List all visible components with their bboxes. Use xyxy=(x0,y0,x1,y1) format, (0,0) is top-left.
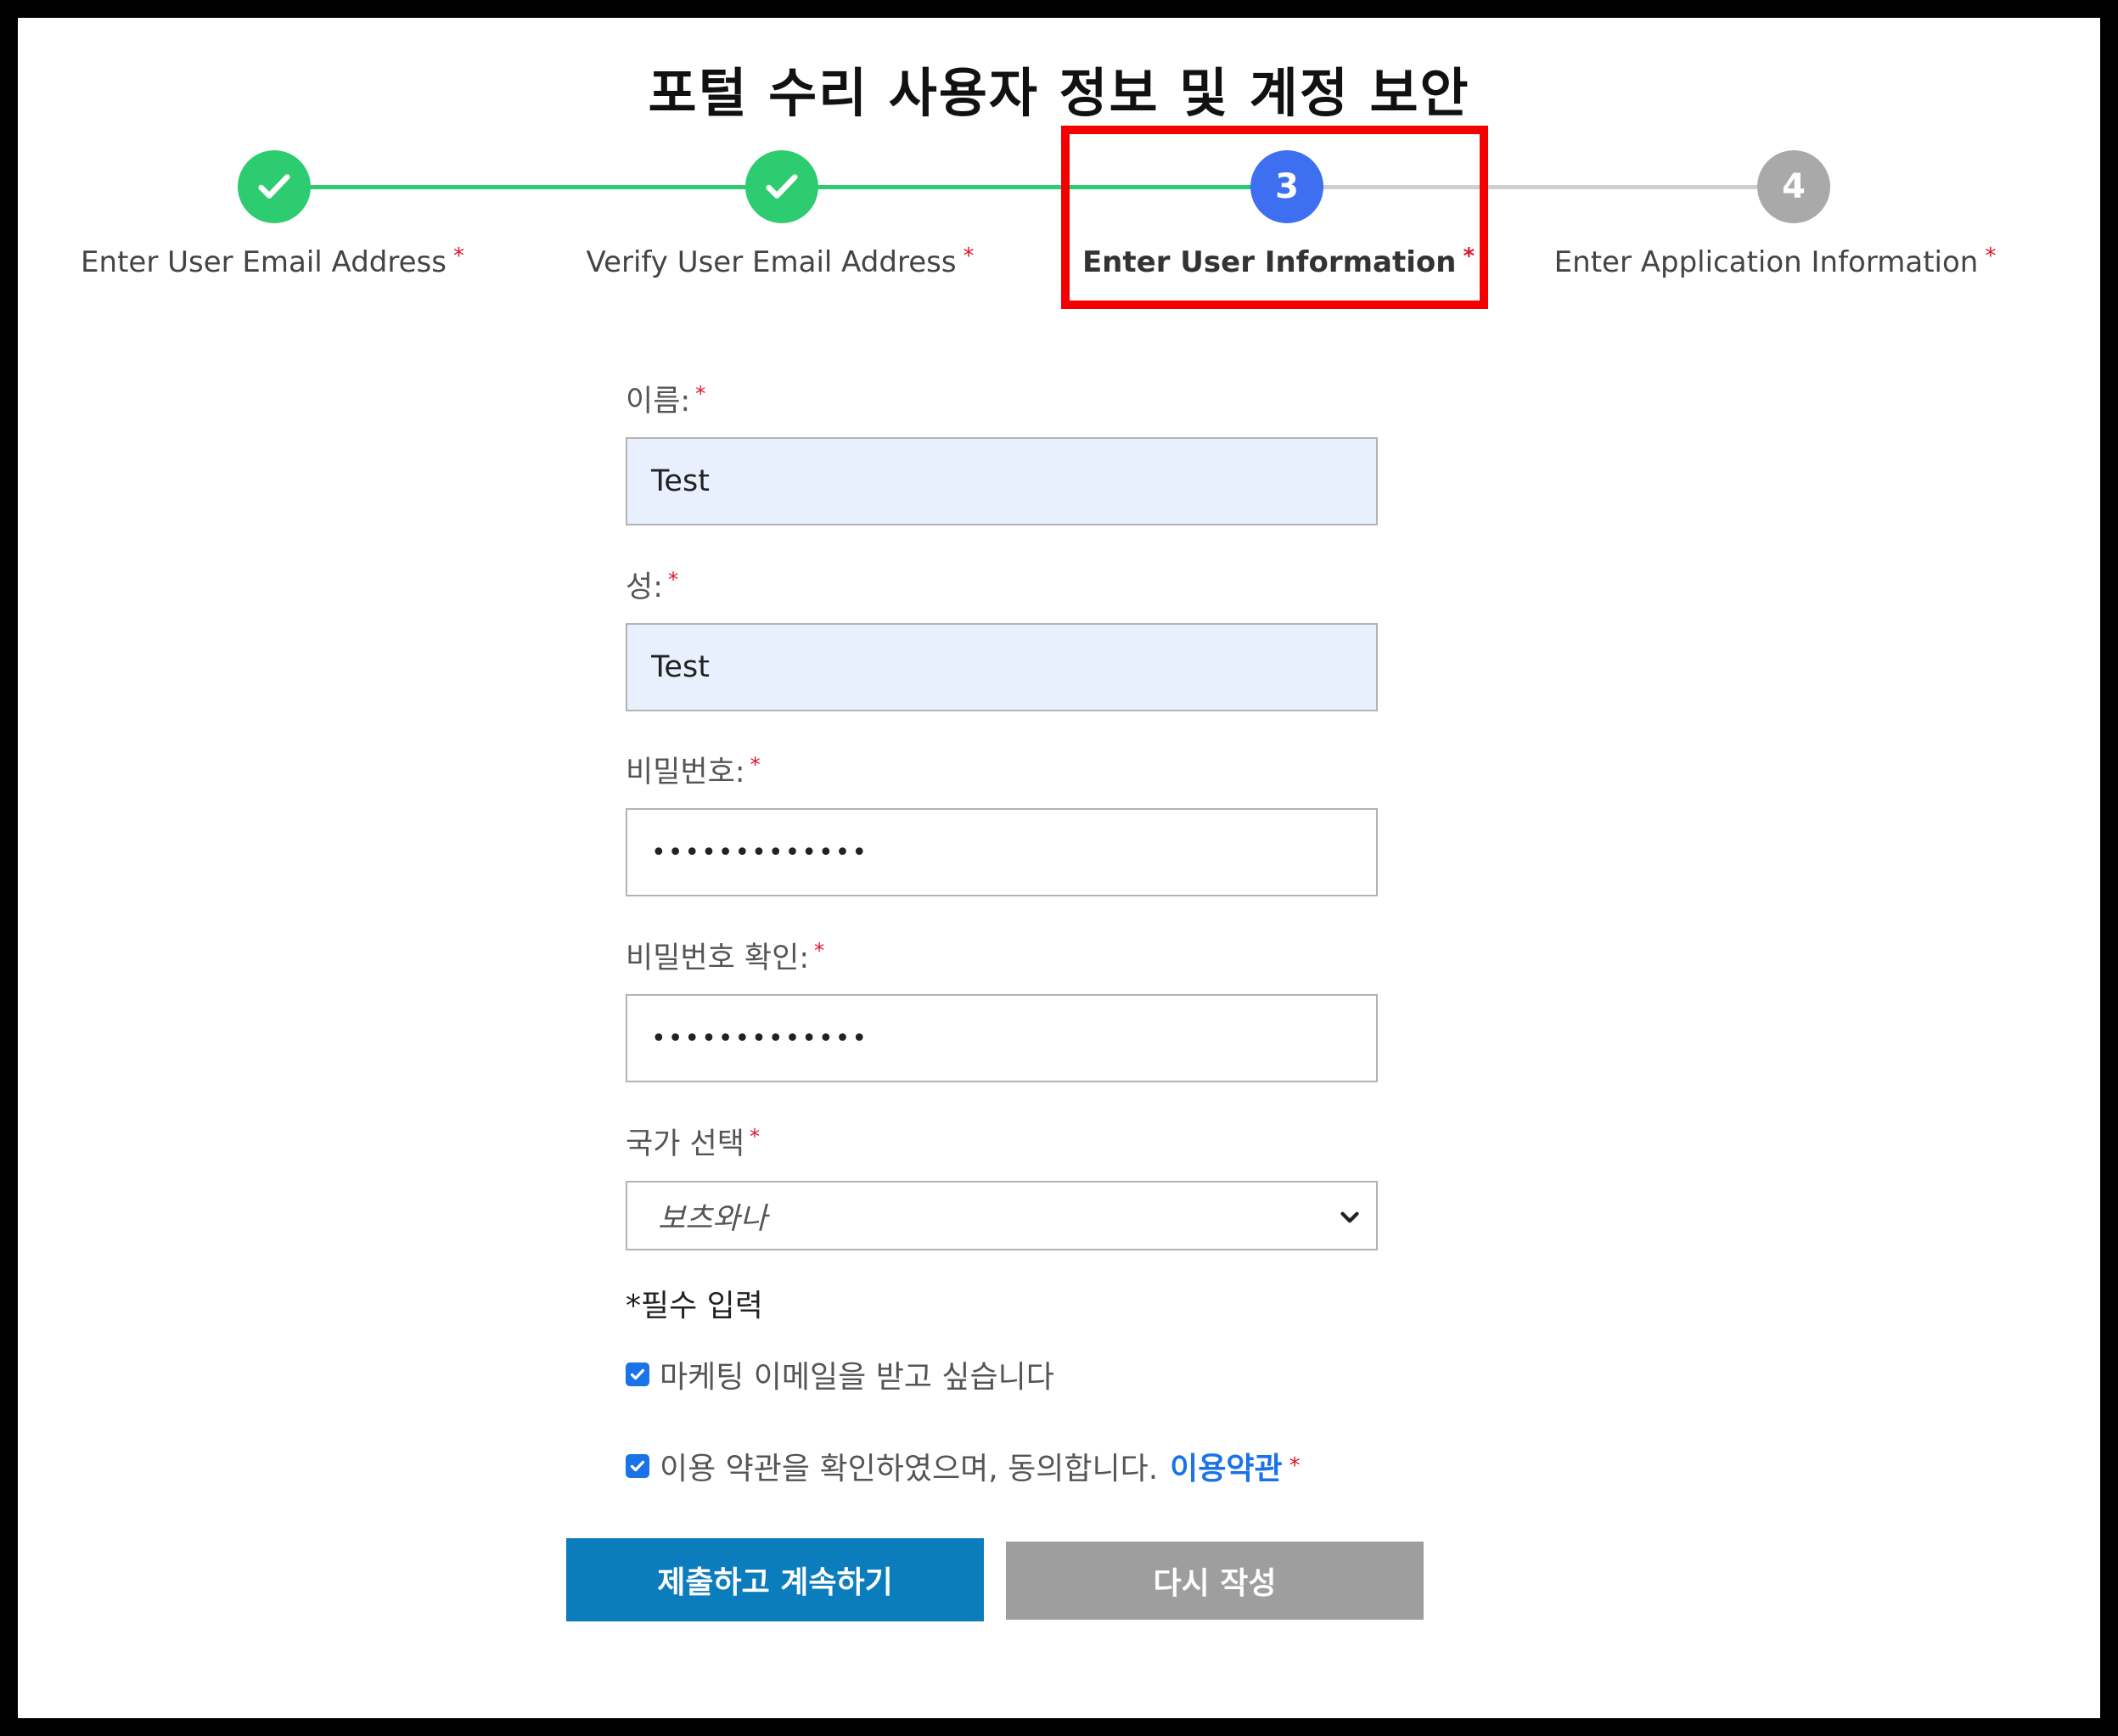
step-4-label: Enter Application Information * xyxy=(1553,244,1997,279)
checkmark-icon xyxy=(630,1368,645,1380)
last-name-label: 성: * xyxy=(626,568,678,604)
chevron-down-icon xyxy=(1340,1211,1359,1223)
required-note: *필수 입력 xyxy=(626,1289,763,1323)
step-1-circle[interactable] xyxy=(238,150,311,223)
terms-label: 이용 약관을 확인하였으며, 동의합니다. xyxy=(660,1452,1159,1486)
password-confirm-input[interactable] xyxy=(626,994,1378,1082)
reset-button[interactable]: 다시 작성 xyxy=(1006,1542,1424,1620)
marketing-opt-in-label: 마케팅 이메일을 받고 싶습니다 xyxy=(660,1360,1054,1395)
check-icon xyxy=(258,174,290,199)
password-confirm-label: 비밀번호 확인: * xyxy=(626,939,825,975)
checkmark-icon xyxy=(630,1460,645,1472)
marketing-opt-in-checkbox[interactable] xyxy=(626,1362,649,1386)
password-label: 비밀번호: * xyxy=(626,753,761,789)
terms-checkbox[interactable] xyxy=(626,1454,649,1478)
first-name-label: 이름: * xyxy=(626,382,706,419)
step-2-label: Verify User Email Address * xyxy=(586,244,975,279)
password-input[interactable] xyxy=(626,808,1378,896)
submit-continue-button[interactable]: 제출하고 계속하기 xyxy=(566,1538,984,1621)
page-title: 포털 수리 사용자 정보 및 계정 보안 xyxy=(648,62,1470,124)
step-1-label: Enter User Email Address * xyxy=(81,244,464,279)
step-4-number: 4 xyxy=(1782,167,1806,206)
terms-row: 이용 약관을 확인하였으며, 동의합니다. 이용약관 * xyxy=(626,1444,1301,1488)
marketing-opt-in-row: 마케팅 이메일을 받고 싶습니다 xyxy=(626,1352,1054,1396)
form-page: 포털 수리 사용자 정보 및 계정 보안 Enter User Email Ad… xyxy=(18,18,2100,1718)
step-4-circle[interactable]: 4 xyxy=(1757,150,1830,223)
terms-link[interactable]: 이용약관 xyxy=(1170,1444,1282,1488)
last-name-input[interactable] xyxy=(626,623,1378,711)
check-icon xyxy=(766,174,798,199)
stepper-line-1 xyxy=(272,185,782,189)
first-name-input[interactable] xyxy=(626,437,1378,525)
country-select[interactable]: 보츠와나 xyxy=(626,1181,1378,1250)
country-label: 국가 선택 * xyxy=(626,1125,760,1161)
active-step-highlight xyxy=(1061,126,1488,309)
country-selected-value: 보츠와나 xyxy=(658,1201,767,1236)
step-2-circle[interactable] xyxy=(745,150,818,223)
